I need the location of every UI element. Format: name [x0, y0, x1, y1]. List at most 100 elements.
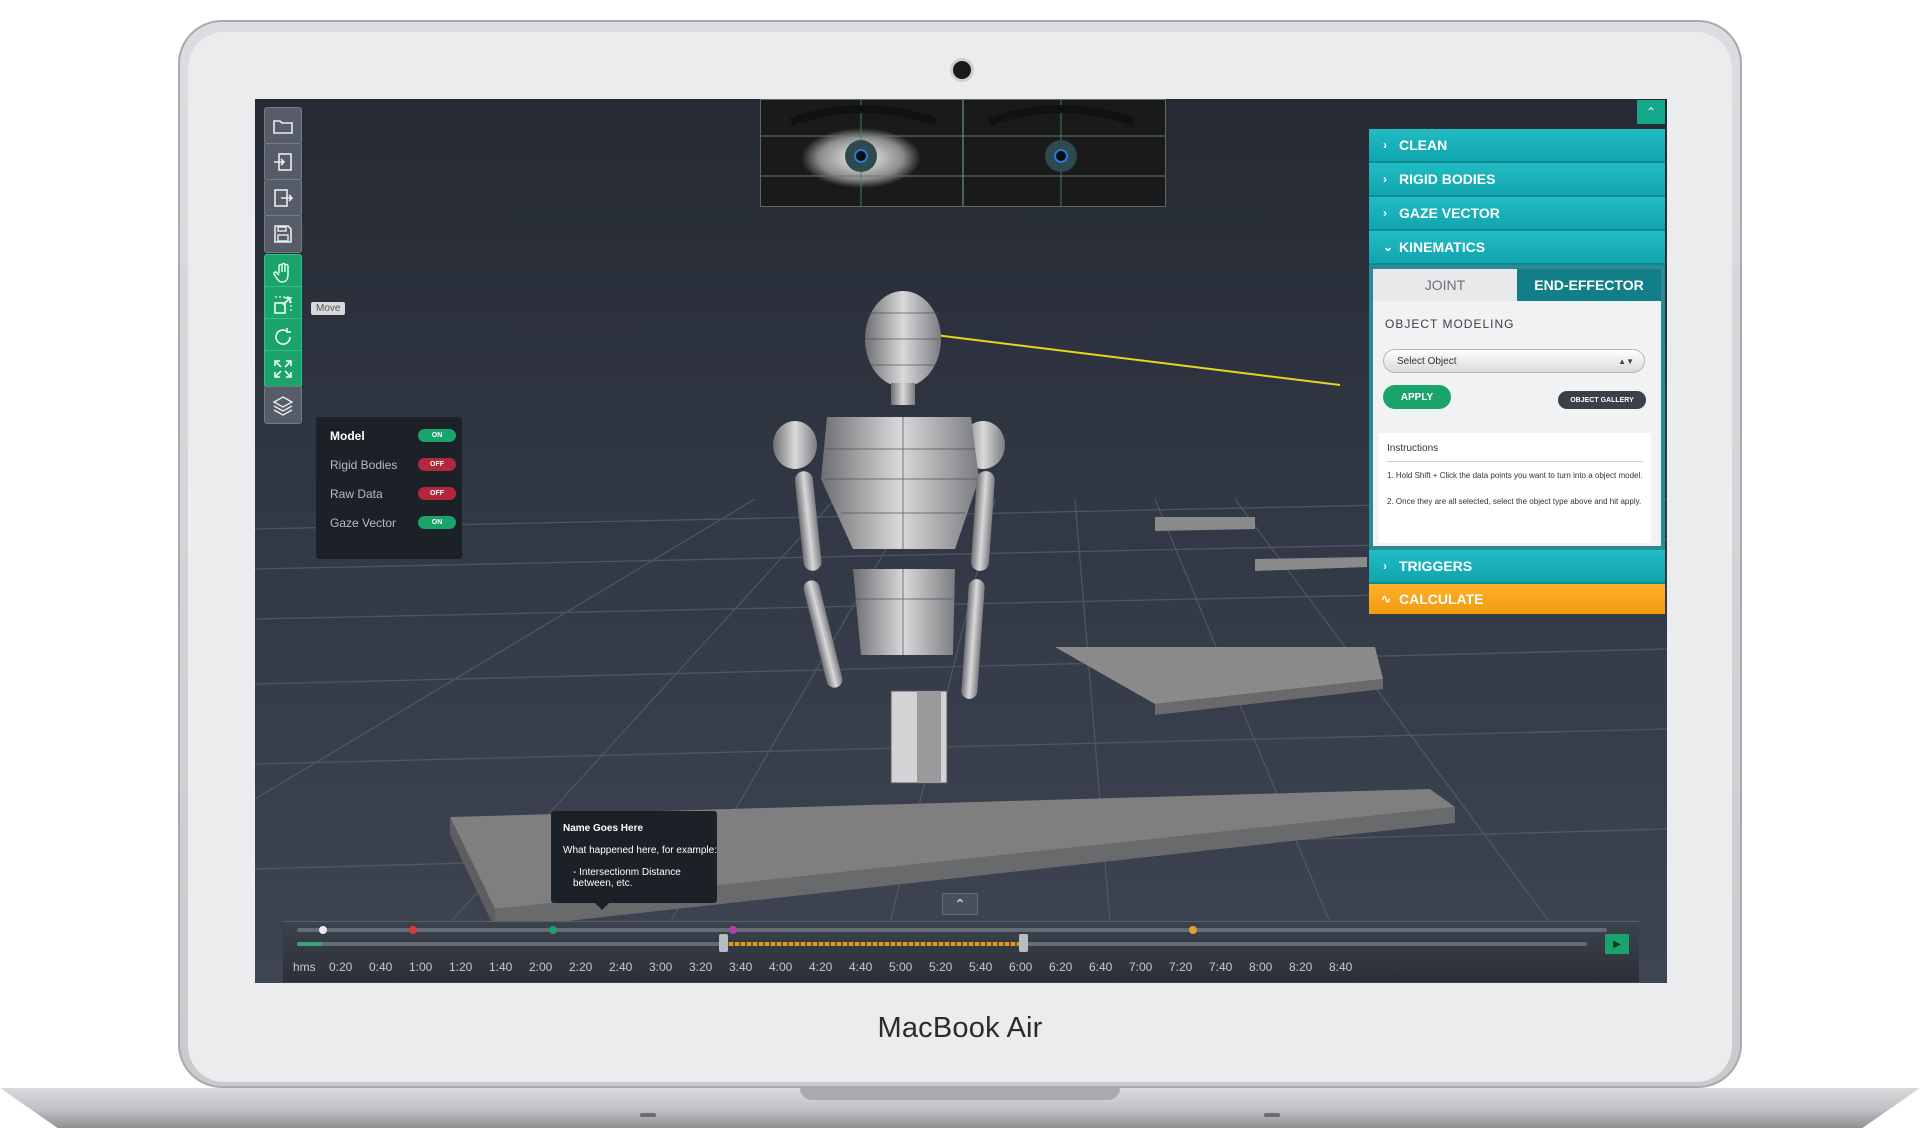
panel-collapse-button[interactable]: ⌃ [1637, 100, 1665, 124]
timeline-tick-label: 3:40 [729, 960, 753, 974]
section-gaze-vector-label: GAZE VECTOR [1399, 205, 1500, 221]
chevron-right-icon: › [1383, 206, 1387, 220]
timeline-progress [297, 942, 323, 946]
timeline-event-marker[interactable] [549, 926, 557, 934]
event-tooltip: Name Goes Here What happened here, for e… [551, 811, 717, 910]
timeline-event-marker[interactable] [1189, 926, 1197, 934]
event-description: What happened here, for example: [563, 845, 717, 856]
play-button[interactable]: ▶ [1605, 934, 1629, 954]
layer-rigid-bodies-toggle[interactable]: OFF [418, 458, 456, 471]
instructions-box: Instructions 1. Hold Shift + Click the d… [1379, 433, 1651, 543]
timeline-tick-label: 2:00 [529, 960, 553, 974]
layer-gaze-vector-toggle[interactable]: ON [418, 516, 456, 529]
export-button[interactable] [264, 179, 302, 217]
section-triggers[interactable]: › TRIGGERS [1369, 550, 1665, 584]
selection-end-handle[interactable] [1019, 934, 1028, 952]
hand-icon [273, 262, 289, 283]
timeline-tick-label: 6:40 [1089, 960, 1113, 974]
save-icon [274, 225, 292, 243]
save-button[interactable] [264, 215, 302, 253]
timeline-selection [723, 942, 1023, 946]
folder-icon [273, 120, 293, 134]
timeline-tick-label: 3:00 [649, 960, 673, 974]
kinematics-card: JOINT END-EFFECTOR OBJECT MODELING Selec… [1373, 269, 1661, 546]
layer-raw-data-label: Raw Data [330, 487, 383, 501]
timeline-tick-label: 4:20 [809, 960, 833, 974]
tab-joint[interactable]: JOINT [1373, 269, 1517, 301]
open-folder-button[interactable] [264, 107, 302, 145]
webcam [953, 61, 971, 79]
timeline-tick-label: 3:20 [689, 960, 713, 974]
chevron-right-icon: › [1383, 138, 1387, 152]
select-object-dropdown[interactable]: Select Object ▲▼ [1383, 349, 1645, 373]
timeline-tick-label: 4:40 [849, 960, 873, 974]
import-button[interactable] [264, 143, 302, 181]
timeline-tick-label: 5:40 [969, 960, 993, 974]
app-viewport[interactable]: Move Model ON Rigid Bodies OFF Raw Data … [255, 99, 1667, 983]
kinematics-tabs: JOINT END-EFFECTOR [1373, 269, 1661, 301]
timeline-tick-label: 7:00 [1129, 960, 1153, 974]
selection-start-handle[interactable] [719, 934, 728, 952]
calculate-button[interactable]: ∿ CALCULATE [1369, 584, 1665, 614]
layers-icon [272, 396, 294, 416]
event-bullet: - Intersectionm Distance between, etc. [573, 867, 681, 889]
event-name: Name Goes Here [563, 823, 644, 834]
section-triggers-label: TRIGGERS [1399, 558, 1473, 574]
timeline-tick-label: 8:20 [1289, 960, 1313, 974]
timeline-tick-label: 1:00 [409, 960, 433, 974]
section-kinematics[interactable]: ⌄ KINEMATICS [1369, 231, 1665, 265]
instructions-divider [1387, 461, 1643, 462]
scale-icon [274, 296, 292, 314]
timeline-tick-label: 7:40 [1209, 960, 1233, 974]
section-clean[interactable]: › CLEAN [1369, 129, 1665, 163]
apply-button[interactable]: APPLY [1383, 385, 1451, 409]
fit-view-button[interactable] [264, 350, 302, 388]
calculate-label: CALCULATE [1399, 591, 1484, 607]
move-tooltip: Move [311, 302, 346, 315]
chevron-up-icon: ⌃ [1645, 105, 1657, 119]
section-gaze-vector[interactable]: › GAZE VECTOR [1369, 197, 1665, 231]
timeline-events-track[interactable] [297, 928, 1607, 932]
chevron-right-icon: › [1383, 172, 1387, 186]
waveform-icon: ∿ [1381, 592, 1392, 606]
timeline-tick-label: 1:40 [489, 960, 513, 974]
rotate-icon [275, 328, 291, 345]
timeline-tick-label: 8:40 [1329, 960, 1353, 974]
layers-popup: Model ON Rigid Bodies OFF Raw Data OFF G… [316, 417, 462, 559]
timeline-event-marker[interactable] [409, 926, 417, 934]
timeline-tick-label: 7:20 [1169, 960, 1193, 974]
chevron-up-icon: ⌃ [954, 895, 966, 912]
timeline-tick-label: 5:00 [889, 960, 913, 974]
select-object-value: Select Object [1397, 355, 1457, 367]
object-modeling-title: OBJECT MODELING [1385, 317, 1515, 331]
timeline-event-marker[interactable] [319, 926, 327, 934]
kinematics-body: JOINT END-EFFECTOR OBJECT MODELING Selec… [1369, 265, 1665, 550]
right-panel: › CLEAN › RIGID BODIES › GAZE VECTOR ⌄ KINEM… [1369, 129, 1665, 614]
layer-raw-data-toggle[interactable]: OFF [418, 487, 456, 500]
timeline[interactable]: ▶ hms 0:20 0:40 1:00 1:20 1:40 2:00 2:20 2:40 3:… [283, 921, 1639, 982]
select-arrows-icon: ▲▼ [1618, 356, 1634, 366]
timeline-tick-label: 4:00 [769, 960, 793, 974]
instructions-step-2: 2. Once they are all selected, select th… [1387, 497, 1642, 506]
timeline-toggle-button[interactable]: ⌃ [942, 893, 978, 915]
instructions-title: Instructions [1387, 443, 1439, 454]
tab-end-effector[interactable]: END-EFFECTOR [1517, 269, 1661, 301]
import-icon [274, 153, 292, 171]
timeline-tick-label: 2:40 [609, 960, 633, 974]
timeline-tick-label: 0:40 [369, 960, 393, 974]
play-icon: ▶ [1613, 938, 1621, 950]
section-rigid-bodies[interactable]: › RIGID BODIES [1369, 163, 1665, 197]
timeline-tick-label: 0:20 [329, 960, 353, 974]
expand-icon [274, 360, 292, 378]
layers-button[interactable] [264, 386, 302, 424]
section-kinematics-label: KINEMATICS [1399, 239, 1486, 255]
laptop-foot [1264, 1113, 1280, 1117]
instructions-step-1: 1. Hold Shift + Click the data points yo… [1387, 471, 1643, 480]
object-gallery-button[interactable]: OBJECT GALLERY [1558, 391, 1646, 409]
timeline-event-marker[interactable] [729, 926, 737, 934]
laptop-hinge-notch [800, 1088, 1120, 1100]
timeline-tick-label: 6:20 [1049, 960, 1073, 974]
layer-model-toggle[interactable]: ON [418, 429, 456, 442]
laptop-foot [640, 1113, 656, 1117]
timeline-unit-label: hms [293, 960, 316, 974]
